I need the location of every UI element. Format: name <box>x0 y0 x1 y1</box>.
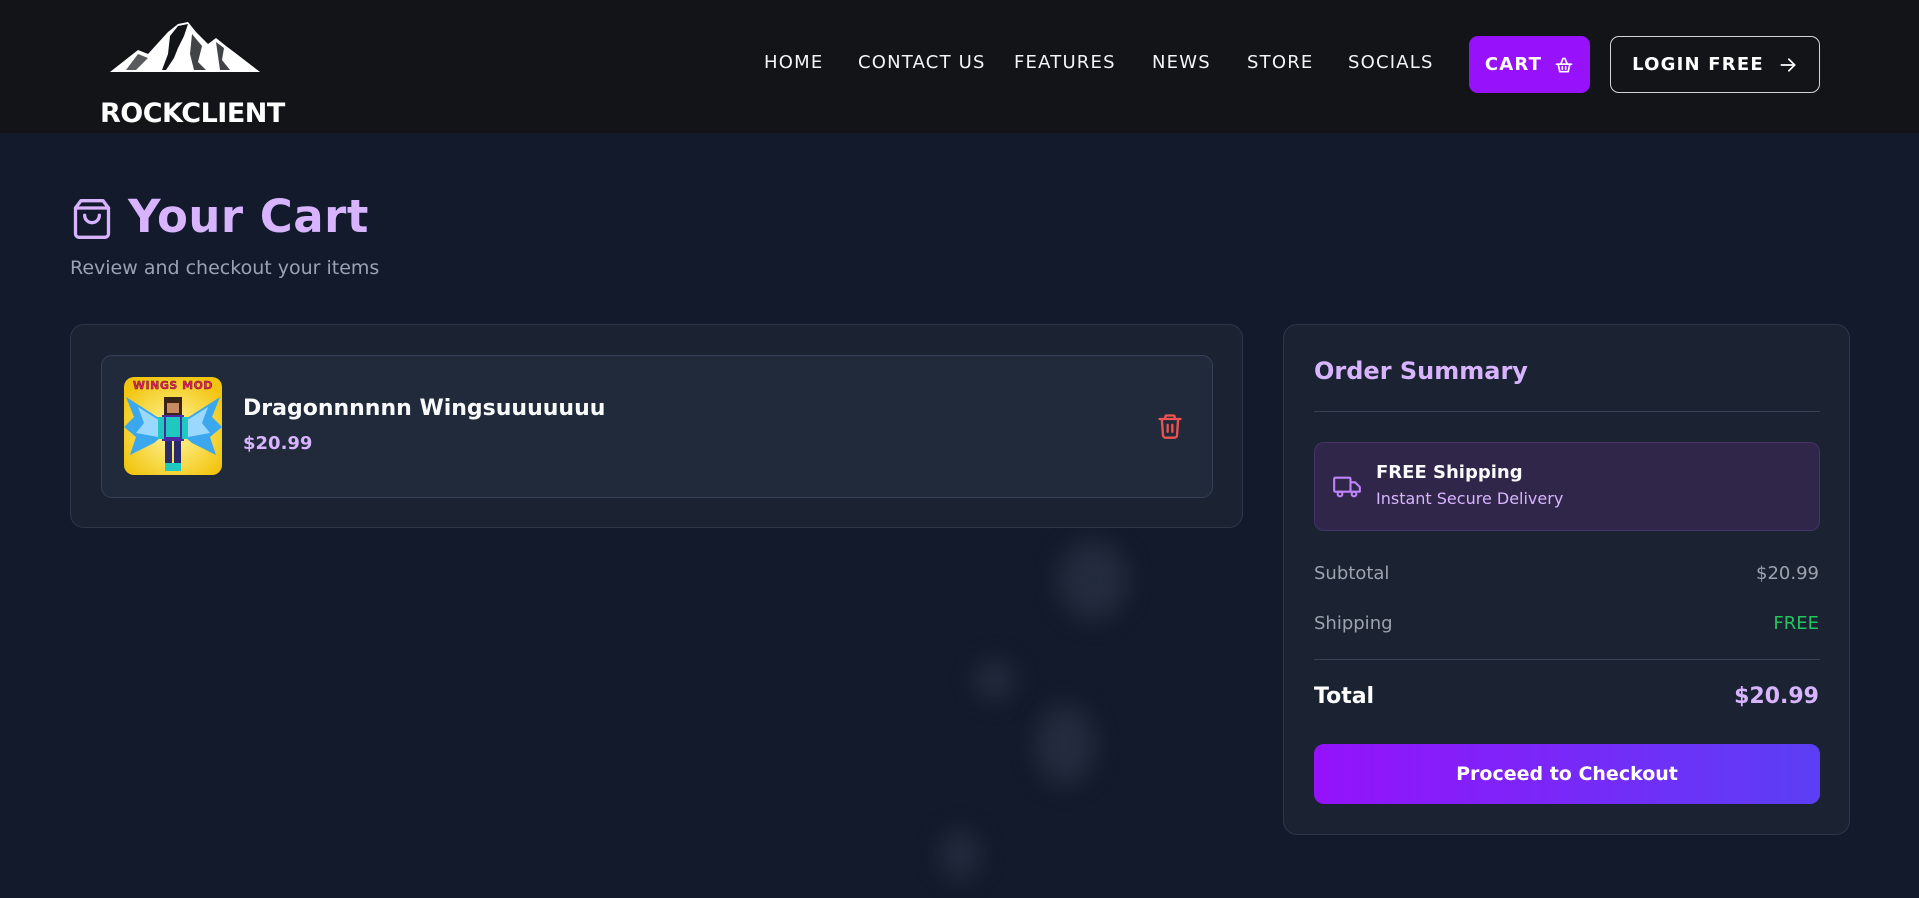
background-particle <box>1058 540 1128 620</box>
basket-icon <box>1555 57 1573 72</box>
truck-icon <box>1333 476 1361 498</box>
subtotal-value: $20.99 <box>1756 563 1819 584</box>
product-thumbnail: WINGS MOD <box>124 377 222 475</box>
page-title: Your Cart <box>128 190 369 243</box>
cart-items-panel: WINGS MOD Dragonnnnnn Wingsuuuuuuu $20.9… <box>70 324 1243 528</box>
shipping-banner: FREE Shipping Instant Secure Delivery <box>1314 442 1820 531</box>
thumbnail-caption: WINGS MOD <box>132 379 214 392</box>
nav-socials[interactable]: SOCIALS <box>1348 52 1434 73</box>
arrow-right-icon <box>1780 57 1796 72</box>
login-button[interactable]: LOGIN FREE <box>1610 36 1820 93</box>
shipping-subtitle: Instant Secure Delivery <box>1376 489 1564 508</box>
site-header: ROCKCLIENT HOME CONTACT US FEATURES NEWS… <box>0 0 1919 133</box>
background-particle <box>940 830 980 880</box>
cart-button[interactable]: CART <box>1469 36 1590 93</box>
divider <box>1314 659 1820 660</box>
main-nav: HOME CONTACT US FEATURES NEWS STORE SOCI… <box>0 0 1919 127</box>
nav-contact-us[interactable]: CONTACT US <box>858 52 986 73</box>
total-label: Total <box>1314 684 1375 709</box>
nav-features[interactable]: FEATURES <box>1014 52 1116 73</box>
nav-news[interactable]: NEWS <box>1152 52 1211 73</box>
total-value: $20.99 <box>1734 684 1819 709</box>
shipping-title: FREE Shipping <box>1376 462 1523 483</box>
subtotal-label: Subtotal <box>1314 563 1390 584</box>
item-price: $20.99 <box>243 433 313 454</box>
order-summary: Order Summary FREE Shipping Instant Secu… <box>1283 324 1850 835</box>
shipping-label: Shipping <box>1314 613 1393 634</box>
shopping-bag-icon <box>73 199 111 239</box>
background-particle <box>975 660 1015 700</box>
background-particle <box>1035 705 1095 785</box>
item-name: Dragonnnnnn Wingsuuuuuuu <box>243 396 606 421</box>
page-subtitle: Review and checkout your items <box>70 257 380 279</box>
nav-home[interactable]: HOME <box>764 52 823 73</box>
order-summary-title: Order Summary <box>1314 357 1528 385</box>
checkout-button[interactable]: Proceed to Checkout <box>1314 744 1820 804</box>
login-label: LOGIN FREE <box>1632 54 1764 75</box>
trash-icon[interactable] <box>1156 411 1184 441</box>
cart-item: WINGS MOD Dragonnnnnn Wingsuuuuuuu $20.9… <box>101 355 1213 498</box>
divider <box>1314 411 1820 412</box>
nav-store[interactable]: STORE <box>1247 52 1313 73</box>
shipping-value: FREE <box>1773 613 1819 634</box>
cart-label: CART <box>1484 54 1543 75</box>
